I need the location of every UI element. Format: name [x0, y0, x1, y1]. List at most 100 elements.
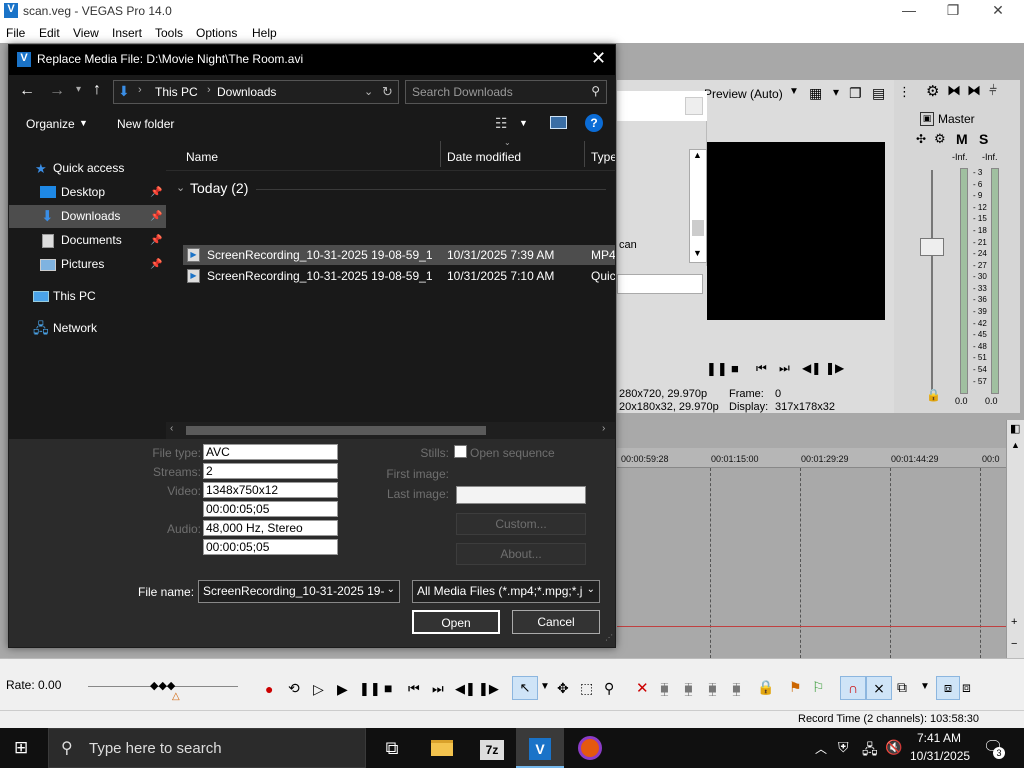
show-hidden-icons[interactable]: ︿	[815, 740, 827, 757]
file-explorer-icon[interactable]	[418, 728, 466, 768]
region-icon[interactable]: ⚐	[812, 679, 825, 696]
open-sequence-checkbox[interactable]	[454, 445, 467, 458]
about-button[interactable]: About...	[456, 543, 586, 565]
timeline-ruler[interactable]: 00:00:59:28 00:01:15:00 00:01:29:29 00:0…	[617, 448, 1006, 468]
scroll-thumb[interactable]	[692, 220, 704, 236]
new-folder-button[interactable]: New folder	[117, 117, 174, 131]
menu-options[interactable]: Options	[196, 26, 237, 40]
preview-pane-icon[interactable]	[550, 116, 567, 129]
zoom-in-icon[interactable]: +	[1011, 616, 1017, 628]
7zip-icon[interactable]: 7z	[468, 728, 516, 768]
timeline-vertical-scrollbar[interactable]: ◧ ▲ + −	[1006, 420, 1024, 658]
chevron-down-icon[interactable]: ▼	[789, 86, 799, 97]
trim-end-icon[interactable]: ⧯	[708, 680, 717, 697]
speaker-icon[interactable]: ⧓	[947, 82, 961, 99]
pin-icon[interactable]: 📌	[150, 181, 162, 204]
next-frame-icon[interactable]: ⏭	[779, 361, 790, 376]
nav-pictures[interactable]: Pictures 📌	[9, 253, 166, 276]
group-header[interactable]: Today (2)	[190, 180, 248, 196]
lock-icon[interactable]: 🔒	[757, 679, 774, 696]
marker-icon[interactable]: ⚑	[789, 679, 802, 696]
nav-documents[interactable]: Documents 📌	[9, 229, 166, 252]
pin-icon[interactable]: 📌	[150, 205, 162, 228]
nav-desktop[interactable]: Desktop 📌	[9, 181, 166, 204]
column-date-modified[interactable]: Date modified	[447, 150, 521, 164]
lock-icon[interactable]: 🔒	[926, 388, 941, 402]
menu-file[interactable]: File	[6, 26, 25, 40]
view-options-icon[interactable]: ☷	[495, 115, 508, 132]
normal-edit-tool-icon[interactable]: ↖	[512, 676, 538, 700]
pause-icon[interactable]: ❚❚	[706, 361, 728, 377]
close-icon[interactable]: ✕	[983, 2, 1013, 20]
lock-envelopes-icon[interactable]: ⧈	[936, 676, 960, 700]
nav-downloads[interactable]: ⬇ Downloads 📌	[9, 205, 166, 228]
cancel-button[interactable]: Cancel	[512, 610, 600, 634]
collapse-group-icon[interactable]: ⌄	[176, 181, 185, 194]
windows-start-icon[interactable]: ⊞	[14, 738, 28, 758]
stop-icon[interactable]: ■	[731, 361, 739, 376]
forward-arrow-icon[interactable]: →	[49, 82, 65, 100]
minimize-icon[interactable]: —	[894, 2, 924, 20]
menu-tools[interactable]: Tools	[155, 26, 183, 40]
record-icon[interactable]: ●	[265, 681, 273, 697]
help-icon[interactable]: ?	[585, 114, 603, 132]
nav-quick-access[interactable]: ★ Quick access	[9, 157, 166, 180]
file-row[interactable]: ▶ ScreenRecording_10-31-2025 19-08-59_1 …	[183, 266, 615, 286]
scroll-right-icon[interactable]: ›	[602, 423, 605, 434]
ignore-grouping-icon[interactable]: ⧈	[962, 679, 971, 696]
envelope-tool-icon[interactable]: ✥	[557, 680, 569, 697]
pin-icon[interactable]: 📌	[150, 253, 162, 276]
play-icon[interactable]: ▶	[337, 681, 348, 698]
task-view-icon[interactable]: ⧉	[368, 728, 416, 768]
dialog-close-icon[interactable]: ✕	[591, 48, 606, 69]
pause-icon[interactable]: ❚❚	[359, 681, 381, 697]
breadcrumb-downloads[interactable]: Downloads	[217, 85, 276, 99]
breadcrumb-this-pc[interactable]: This PC	[155, 85, 198, 99]
rewind-icon[interactable]: ◀❚	[802, 361, 821, 375]
pin-icon[interactable]: 📌	[150, 229, 162, 252]
back-arrow-icon[interactable]: ←	[19, 82, 35, 100]
explorer-input[interactable]	[617, 274, 703, 294]
scroll-left-icon[interactable]: ‹	[170, 423, 173, 434]
downmix-icon[interactable]: ⧓	[967, 82, 981, 99]
menu-edit[interactable]: Edit	[39, 26, 60, 40]
previous-frame-icon[interactable]: ◀❚	[455, 681, 476, 697]
menu-view[interactable]: View	[73, 26, 99, 40]
panel-close-button[interactable]	[685, 97, 703, 115]
column-divider[interactable]	[440, 141, 441, 167]
column-divider[interactable]	[584, 141, 585, 167]
file-row-selected[interactable]: ▶ ScreenRecording_10-31-2025 19-08-59_1 …	[183, 245, 615, 265]
clock-date[interactable]: 10/31/2025	[910, 749, 970, 763]
snapping-icon[interactable]: ∩	[840, 676, 866, 700]
search-icon[interactable]: ⚲	[591, 84, 600, 98]
last-image-field[interactable]	[456, 486, 586, 504]
scrollbar-vertical[interactable]: ▲ ▼	[689, 149, 707, 263]
copy-snapshot-icon[interactable]: ❐	[849, 85, 862, 102]
nav-this-pc[interactable]: This PC	[9, 285, 166, 308]
menu-insert[interactable]: Insert	[112, 26, 142, 40]
resize-grip-icon[interactable]: ⋰	[605, 633, 613, 642]
previous-frame-icon[interactable]: ⏮	[756, 361, 767, 376]
firefox-icon[interactable]	[566, 728, 614, 768]
taskbar-search-box[interactable]: ⚲ Type here to search	[48, 728, 366, 768]
fx-icon[interactable]: ⚙	[934, 131, 946, 147]
recent-locations-icon[interactable]: ▾	[76, 84, 81, 95]
restore-icon[interactable]: ❐	[938, 2, 968, 20]
organize-button[interactable]: Organize	[26, 117, 75, 131]
play-from-start-icon[interactable]: ▷	[313, 681, 324, 698]
next-frame-icon[interactable]: ❚▶	[478, 681, 499, 697]
stop-icon[interactable]: ■	[384, 680, 392, 696]
address-bar[interactable]: ⬇ › This PC › Downloads ⌄ ↻	[113, 80, 399, 104]
chevron-down-icon[interactable]: ⌄	[364, 85, 373, 98]
trim-icon[interactable]: ⧯	[660, 680, 669, 697]
chevron-down-icon[interactable]: ⌄	[583, 584, 595, 595]
preview-quality-select[interactable]: Preview (Auto)	[704, 87, 783, 101]
auto-crossfade-icon[interactable]: ⨯	[866, 676, 892, 700]
chevron-down-icon[interactable]: ▾	[833, 85, 839, 99]
grid-icon[interactable]: ▦	[809, 85, 822, 102]
file-type-filter-select[interactable]: All Media Files (*.mp4;*.mpg;*.j ⌄	[412, 580, 600, 603]
file-name-input[interactable]: ScreenRecording_10-31-2025 19-0 ⌄	[198, 580, 400, 603]
scroll-up-icon[interactable]: ▲	[693, 150, 702, 160]
forward-icon[interactable]: ❚▶	[825, 361, 844, 375]
delete-icon[interactable]: ✕	[636, 679, 649, 697]
